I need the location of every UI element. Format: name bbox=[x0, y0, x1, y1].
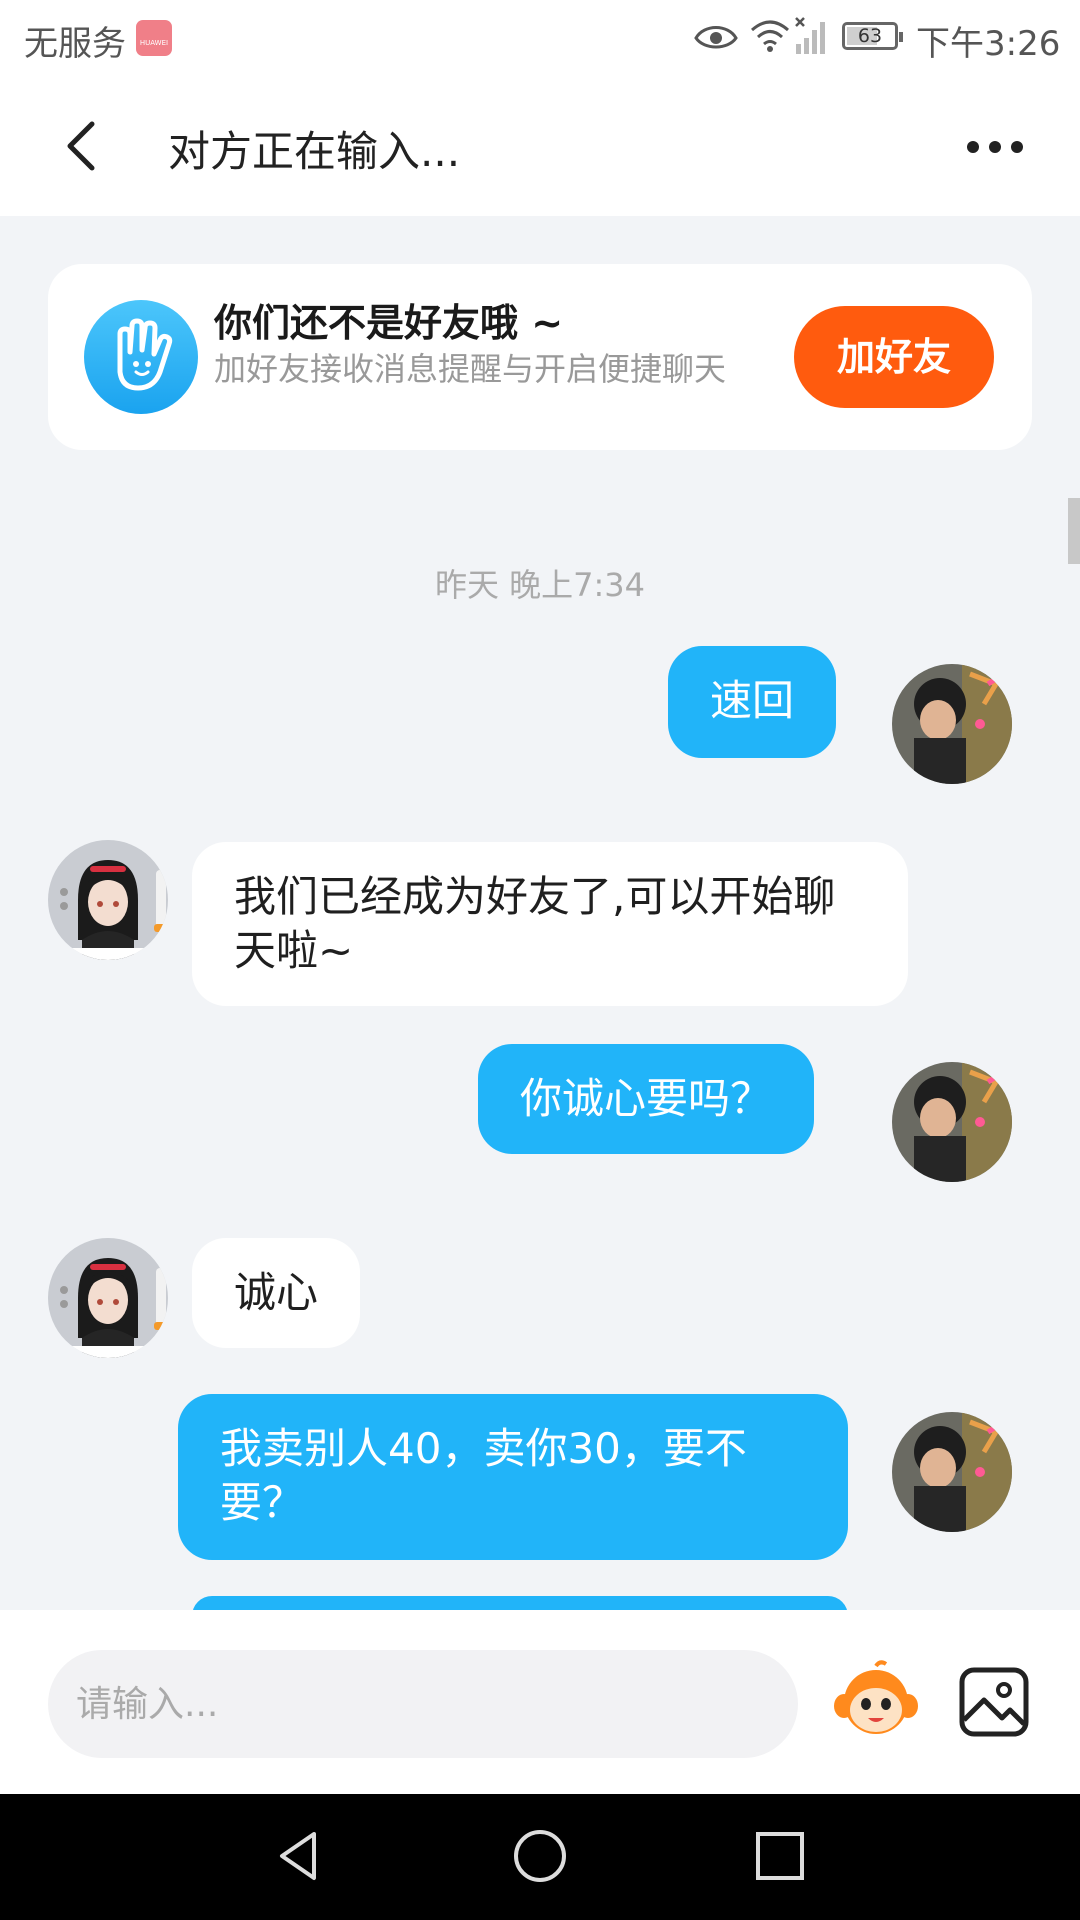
system-nav-bar bbox=[0, 1794, 1080, 1920]
contact-avatar-icon bbox=[48, 840, 168, 960]
avatar[interactable] bbox=[892, 1062, 1012, 1182]
status-time: 下午3:26 bbox=[916, 24, 1061, 64]
message-input[interactable] bbox=[48, 1650, 798, 1758]
message-bubble-outgoing[interactable]: 你诚心要吗？ bbox=[478, 1044, 815, 1154]
more-dots-icon[interactable] bbox=[964, 132, 1026, 162]
user-avatar-icon bbox=[892, 664, 1012, 784]
message-bubble-outgoing[interactable]: 速回 bbox=[668, 646, 837, 758]
avatar[interactable] bbox=[892, 1412, 1012, 1532]
add-friend-button[interactable]: 加好友 bbox=[794, 306, 994, 408]
banner-subtitle: 加好友接收消息提醒与开启便捷聊天 bbox=[214, 350, 727, 388]
nav-home-icon[interactable] bbox=[510, 1826, 570, 1886]
signal-icon bbox=[795, 17, 825, 54]
carrier-label: 无服务 bbox=[24, 24, 126, 64]
eye-icon bbox=[694, 26, 738, 49]
hand-icon bbox=[84, 300, 198, 414]
battery-icon: 63 bbox=[842, 22, 903, 50]
message-bubble-incoming[interactable]: 诚心 bbox=[192, 1238, 361, 1348]
nav-recent-apps-icon[interactable] bbox=[752, 1828, 808, 1884]
message-bubble-incoming[interactable]: 我们已经成为好友了,可以开始聊天啦~ bbox=[192, 842, 908, 1006]
user-avatar-icon bbox=[892, 1412, 1012, 1532]
scrollbar[interactable] bbox=[1068, 498, 1080, 564]
chevron-left-icon[interactable] bbox=[58, 116, 102, 176]
avatar[interactable] bbox=[48, 1238, 168, 1358]
avatar[interactable] bbox=[48, 840, 168, 960]
user-avatar-icon bbox=[892, 1062, 1012, 1182]
status-bar: 无服务 HUAWEI 63 下午3:26 bbox=[0, 0, 1080, 76]
chat-header: 对方正在输入... bbox=[0, 76, 1080, 216]
chat-screen: 无服务 HUAWEI 63 下午3:26 对方正在输入... 你们还不是好友哦 … bbox=[0, 0, 1080, 1920]
contact-avatar-icon bbox=[48, 1238, 168, 1358]
battery-level: 63 bbox=[857, 25, 883, 47]
message-bubble-outgoing[interactable]: 我卖别人40，卖你30，要不要？ bbox=[178, 1394, 848, 1560]
nav-back-icon[interactable] bbox=[270, 1826, 330, 1886]
chat-title: 对方正在输入... bbox=[168, 127, 461, 176]
wifi-icon bbox=[751, 20, 789, 52]
emoji-monkey-icon[interactable] bbox=[834, 1656, 918, 1740]
image-icon[interactable] bbox=[958, 1666, 1030, 1738]
message-timestamp: 昨天 晚上7:34 bbox=[434, 566, 646, 604]
input-bar bbox=[0, 1610, 1080, 1794]
not-friend-banner: 你们还不是好友哦 ~ 加好友接收消息提醒与开启便捷聊天 加好友 bbox=[48, 264, 1032, 450]
avatar[interactable] bbox=[892, 664, 1012, 784]
banner-title: 你们还不是好友哦 ~ bbox=[214, 301, 564, 345]
carrier-badge-icon: HUAWEI bbox=[136, 20, 172, 56]
